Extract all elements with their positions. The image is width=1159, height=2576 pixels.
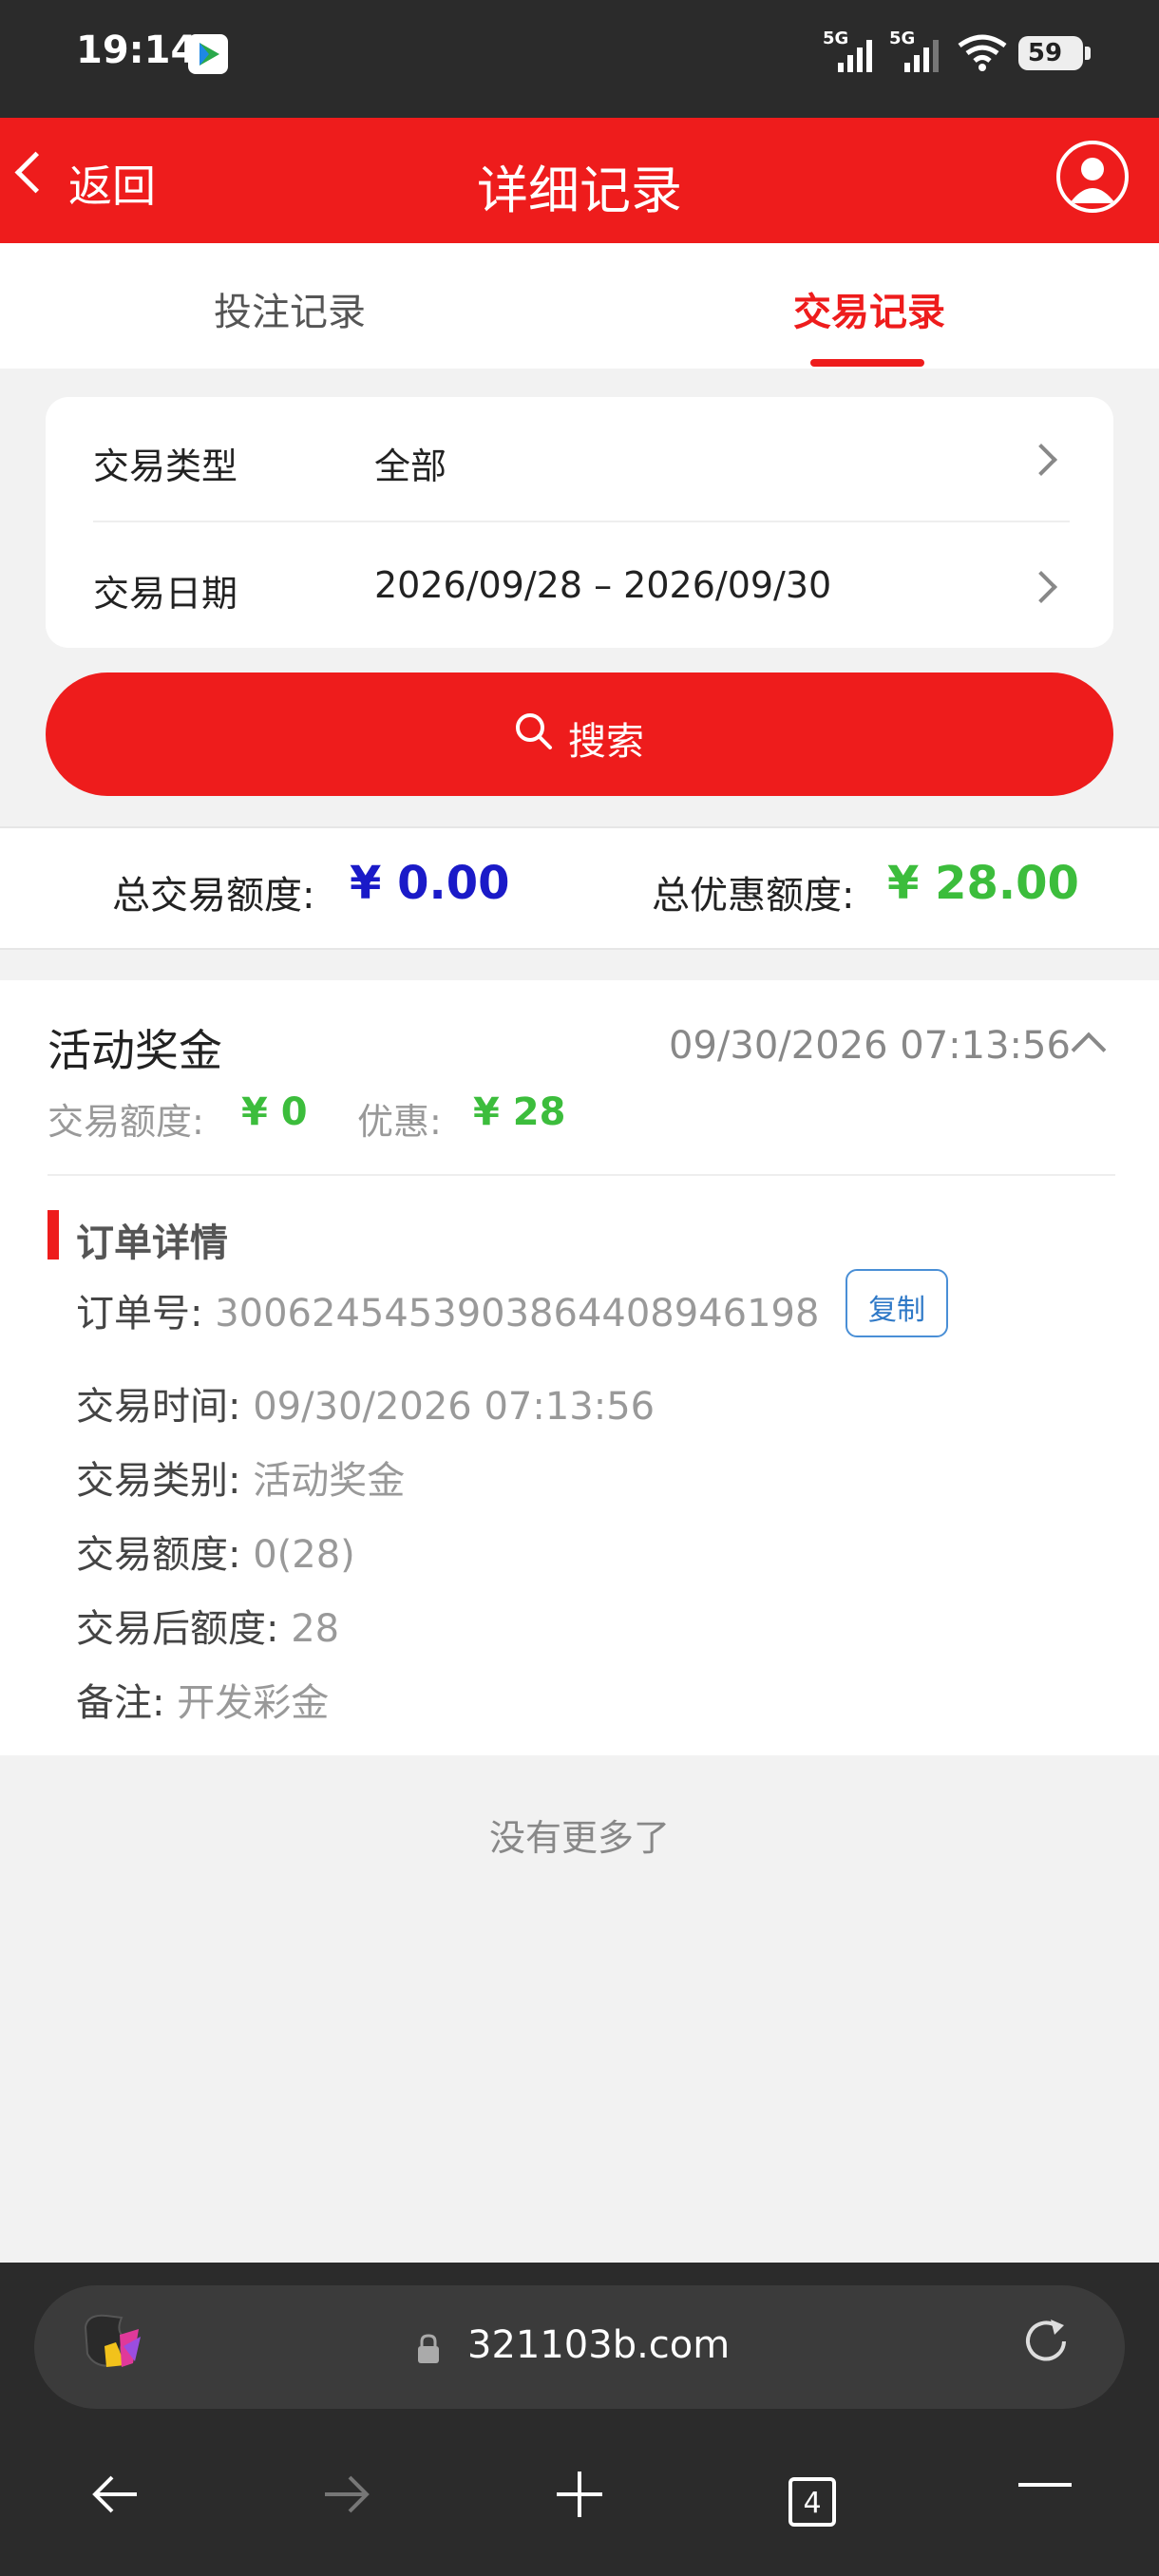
new-tab-plus-icon[interactable]	[553, 2468, 606, 2525]
user-avatar-icon[interactable]	[1056, 141, 1129, 213]
search-button-label: 搜索	[568, 720, 644, 764]
remark: 开发彩金	[177, 1681, 330, 1725]
tabs-count-button[interactable]: 4	[788, 2477, 836, 2527]
active-tab-indicator	[810, 359, 924, 367]
lock-icon	[415, 2333, 442, 2369]
page-title: 详细记录	[477, 161, 682, 220]
trade-time-row: 交易时间: 09/30/2026 07:13:56	[76, 1385, 656, 1429]
trade-time: 09/30/2026 07:13:56	[253, 1385, 656, 1429]
total-trade-value: ¥ 0.00	[350, 857, 510, 910]
record-amount-label: 交易额度:	[48, 1101, 204, 1143]
order-detail-heading: 订单详情	[76, 1222, 228, 1265]
total-trade-label: 总交易额度:	[112, 874, 315, 918]
trade-amount-row: 交易额度: 0(28)	[76, 1533, 355, 1577]
filter-divider	[93, 521, 1070, 522]
tab-bet-records[interactable]: 投注记录	[0, 281, 580, 336]
status-time: 19:14	[76, 28, 198, 72]
cell-signal-icon: 5G	[823, 28, 880, 76]
copy-order-button[interactable]: 复制	[846, 1269, 948, 1337]
record-discount-value: ¥ 28	[473, 1090, 566, 1134]
battery-icon: 59	[1018, 36, 1091, 70]
trade-category: 活动奖金	[253, 1459, 406, 1503]
trade-amount: 0(28)	[253, 1533, 355, 1577]
wifi-icon	[957, 34, 1008, 76]
detail-accent-bar	[48, 1210, 59, 1260]
transaction-type-label: 交易类型	[93, 445, 238, 487]
forward-arrow-icon[interactable]	[319, 2468, 372, 2525]
cell-signal-icon-2: 5G	[889, 28, 946, 76]
search-icon	[513, 710, 555, 756]
transaction-type-select[interactable]: 全部	[374, 437, 446, 489]
reload-icon[interactable]	[1018, 2314, 1074, 2373]
menu-icon[interactable]	[1018, 2483, 1072, 2487]
after-amount: 28	[291, 1607, 340, 1651]
after-amount-row: 交易后额度: 28	[76, 1607, 340, 1651]
total-discount-label: 总优惠额度:	[652, 874, 855, 918]
transaction-date-range[interactable]: 2026/09/28 – 2026/09/30	[374, 564, 831, 606]
record-divider	[48, 1174, 1115, 1176]
record-time: 09/30/2026 07:13:56	[669, 1024, 1071, 1068]
remark-row: 备注: 开发彩金	[76, 1681, 330, 1725]
transaction-date-label: 交易日期	[93, 573, 238, 615]
record-discount-label: 优惠:	[357, 1101, 442, 1143]
total-discount-value: ¥ 28.00	[887, 857, 1079, 910]
record-amount-value: ¥ 0	[241, 1090, 308, 1134]
list-end-text: 没有更多了	[488, 1817, 670, 1859]
back-arrow-icon[interactable]	[89, 2468, 142, 2525]
trade-category-row: 交易类别: 活动奖金	[76, 1459, 406, 1503]
tab-transaction-records[interactable]: 交易记录	[580, 281, 1159, 336]
app-notification-icon	[188, 34, 228, 74]
order-number: 30062454539038644089461​98	[215, 1292, 820, 1335]
record-title: 活动奖金	[48, 1025, 222, 1076]
order-number-row: 订单号: 30062454539038644089461​98	[76, 1292, 820, 1335]
url-text[interactable]: 321103b.com	[467, 2323, 730, 2367]
browser-logo-icon[interactable]	[78, 2308, 148, 2382]
